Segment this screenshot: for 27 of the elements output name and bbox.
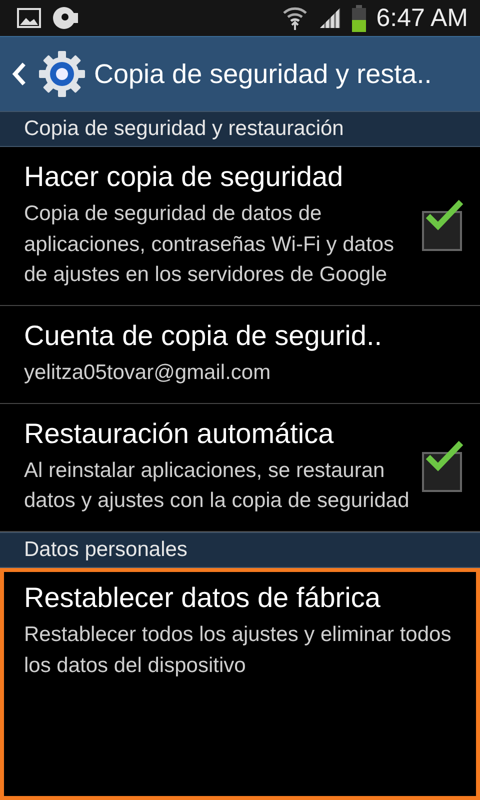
- item-title: Hacer copia de seguridad: [24, 160, 344, 194]
- back-icon: [12, 62, 26, 86]
- settings-item[interactable]: Hacer copia de seguridad Copia de seguridad de datos de aplicaciones, contraseñas Wi-Fi y datos de ajustes en los servidores de Google: [0, 147, 480, 306]
- section-header: Copia de seguridad y restauración: [0, 111, 480, 147]
- clock-time: 6:47 AM: [376, 4, 468, 32]
- wifi-icon: [282, 5, 308, 31]
- settings-item[interactable]: Restauración automática Al reinstalar aplicaciones, se restauran datos y ajustes con la copia de seguridad: [0, 404, 480, 532]
- checkbox[interactable]: [422, 198, 464, 251]
- item-summary: Copia de seguridad de datos de aplicaciones, contraseñas Wi-Fi y datos de ajustes en los servidores de Google: [24, 201, 395, 288]
- disc-icon: [52, 5, 80, 31]
- checkmark-icon: [424, 198, 464, 231]
- checkbox[interactable]: [422, 440, 464, 492]
- image-icon: [16, 7, 42, 29]
- battery-icon: [352, 4, 366, 32]
- settings-item[interactable]: Cuenta de copia de segurid.. yelitza05tovar@gmail.com: [0, 306, 480, 404]
- settings-item[interactable]: Restablecer datos de fábrica Restablecer todos los ajustes y eliminar todos los datos del dispositivo: [0, 568, 480, 800]
- screen-title: Copia de seguridad y resta..: [94, 58, 432, 90]
- item-title: Restablecer datos de fábrica: [24, 580, 382, 615]
- signal-icon: [318, 6, 342, 30]
- gear-icon: [38, 50, 86, 98]
- item-summary: Restablecer todos los ajustes y eliminar todos los datos del dispositivo: [24, 622, 452, 679]
- item-summary: yelitza05tovar@gmail.com: [24, 360, 272, 386]
- checkmark-icon: [424, 440, 464, 472]
- section-header: Datos personales: [0, 532, 480, 568]
- item-title: Restauración automática: [24, 416, 335, 451]
- item-title: Cuenta de copia de segurid..: [24, 318, 384, 353]
- item-summary: Al reinstalar aplicaciones, se restauran datos y ajustes con la copia de seguridad: [24, 458, 410, 514]
